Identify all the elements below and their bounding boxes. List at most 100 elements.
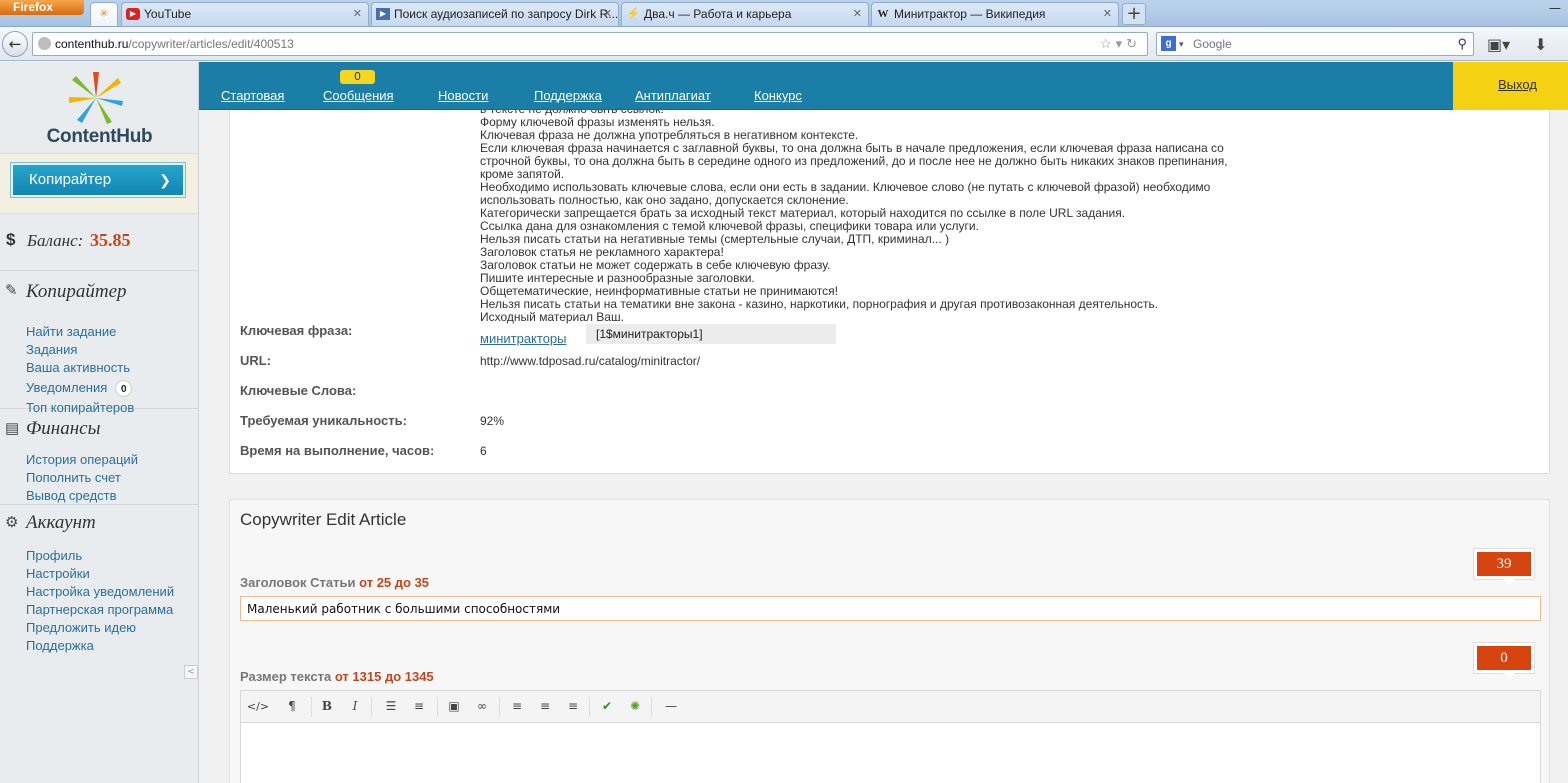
section-title: Копирайтер xyxy=(26,281,127,302)
bookmarks-icon[interactable]: ▣▾ xyxy=(1487,35,1510,54)
link-icon[interactable]: ∞ xyxy=(468,691,496,722)
back-button[interactable]: ← xyxy=(2,31,28,57)
sidebar-section-copywriter: ✎ Копирайтер Найти задание Задания Ваша … xyxy=(0,271,198,415)
sidebar-item-label: Уведомления xyxy=(26,380,108,395)
sidebar-item-notification-settings[interactable]: Настройка уведомлений xyxy=(26,583,198,601)
editor-toolbar: </> ¶ B I ☰ ≡ ▣ ∞ ≡ ≡ ≡ ✔ ✺ — xyxy=(240,690,1541,723)
sidebar-item-notifications[interactable]: Уведомления 0 xyxy=(26,377,198,399)
settings-icon[interactable]: ✺ xyxy=(621,691,649,722)
image-icon[interactable]: ▣ xyxy=(440,691,468,722)
task-rules: в тексте не должно быть ссылок.Форму клю… xyxy=(480,110,1320,324)
collapse-sidebar-icon[interactable]: < xyxy=(184,665,198,679)
sidebar-item-idea[interactable]: Предложить идею xyxy=(26,619,198,637)
new-tab-button[interactable]: + xyxy=(1122,3,1146,25)
search-input[interactable]: g ▾ Google ⚲ xyxy=(1156,32,1474,56)
logout-area: Выход xyxy=(1453,62,1568,110)
headline-input[interactable] xyxy=(240,596,1541,621)
headline-label: Заголовок Статьи от 25 до 35 xyxy=(240,575,429,590)
sidebar: ContentHub Копирайтер ❯ $ Баланс: 35.85 … xyxy=(0,62,199,783)
align-left-icon[interactable]: ≡ xyxy=(503,691,531,722)
nav-support[interactable]: Поддержка xyxy=(534,88,602,103)
tab-title: Минитрактор — Википедия xyxy=(894,7,1046,21)
chevron-down-icon[interactable]: ▾ xyxy=(1179,33,1184,55)
numbered-list-icon[interactable]: ≡ xyxy=(405,691,433,722)
tab-youtube[interactable]: ▶ YouTube ✕ xyxy=(121,2,369,26)
time-value: 6 xyxy=(480,444,487,458)
tab-title: YouTube xyxy=(144,7,192,21)
logo[interactable]: ContentHub xyxy=(0,62,198,153)
sidebar-item-activity[interactable]: Ваша активность xyxy=(26,359,198,377)
close-tab-icon[interactable]: ✕ xyxy=(853,3,862,25)
rule-line: Исходный материал Ваш. xyxy=(480,310,624,324)
close-tab-icon[interactable]: ✕ xyxy=(1103,3,1112,25)
address-bar[interactable]: contenthub.ru/copywriter/articles/edit/4… xyxy=(32,32,1148,56)
edit-icon: ✎ xyxy=(5,283,18,299)
task-info-panel: в тексте не должно быть ссылок.Форму клю… xyxy=(229,110,1550,474)
sidebar-item-withdraw[interactable]: Вывод средств xyxy=(26,487,198,505)
chevron-down-icon: ❯ xyxy=(159,172,171,188)
text-size-label: Размер текста от 1315 до 1345 xyxy=(240,669,434,684)
align-right-icon[interactable]: ≡ xyxy=(559,691,587,722)
minimize-icon[interactable]: — xyxy=(1542,0,1568,18)
nav-antiplagiarism[interactable]: Антиплагиат xyxy=(635,88,711,103)
article-text-editor[interactable] xyxy=(240,723,1541,783)
bullet-list-icon[interactable]: ☰ xyxy=(377,691,405,722)
sidebar-item-history[interactable]: История операций xyxy=(26,451,198,469)
sidebar-item-find-task[interactable]: Найти задание xyxy=(26,323,198,341)
download-icon[interactable]: ⬇ xyxy=(1534,35,1547,54)
keyphrase-code: [1$минитракторы1] xyxy=(586,324,836,344)
dollar-icon: $ xyxy=(6,230,16,249)
sidebar-item-settings[interactable]: Настройки xyxy=(26,565,198,583)
close-tab-icon[interactable]: ✕ xyxy=(603,3,612,25)
sidebar-item-partner[interactable]: Партнерская программа xyxy=(26,601,198,619)
bold-icon[interactable]: B xyxy=(313,691,341,722)
sidebar-item-tasks[interactable]: Задания xyxy=(26,341,198,359)
url-value: http://www.tdposad.ru/catalog/minitracto… xyxy=(480,354,701,368)
edit-article-panel: Copywriter Edit Article 39 Заголовок Ста… xyxy=(229,499,1550,783)
wallet-icon: ▤ xyxy=(5,421,20,437)
logo-text: ContentHub xyxy=(46,126,153,147)
nav-messages[interactable]: Сообщения xyxy=(323,88,394,103)
tab-contenthub[interactable]: ✳ xyxy=(90,2,118,26)
headline-char-counter: 39 xyxy=(1474,549,1534,585)
toolbar-separator xyxy=(589,697,590,717)
paragraph-icon[interactable]: ¶ xyxy=(278,691,306,722)
dvach-icon: ⚡ xyxy=(626,8,640,20)
notifications-badge: 0 xyxy=(115,380,133,397)
italic-icon[interactable]: I xyxy=(341,691,369,722)
role-dropdown[interactable]: Копирайтер ❯ xyxy=(11,163,185,197)
align-center-icon[interactable]: ≡ xyxy=(531,691,559,722)
section-header: ⚙ Аккаунт xyxy=(0,505,198,545)
nav-home[interactable]: Стартовая xyxy=(221,88,284,103)
nav-contest[interactable]: Конкурс xyxy=(754,88,802,103)
tab-audio-search[interactable]: ▶ Поиск аудиозаписей по запросу Dirk R..… xyxy=(371,2,619,26)
top-nav: Стартовая 0 Сообщения Новости Поддержка … xyxy=(199,62,1453,110)
headline-label-text: Заголовок Статьи xyxy=(240,575,356,590)
horizontal-rule-icon[interactable]: — xyxy=(657,691,685,722)
uniqueness-label: Требуемая уникальность: xyxy=(240,413,407,428)
bookmark-star-icon[interactable]: ☆▾↻ xyxy=(1100,33,1141,55)
close-tab-icon[interactable]: ✕ xyxy=(353,3,362,25)
youtube-icon: ▶ xyxy=(126,8,140,20)
keyphrase-link[interactable]: минитракторы xyxy=(480,331,567,346)
tab-wikipedia[interactable]: W Минитрактор — Википедия ✕ xyxy=(871,2,1119,26)
search-icon[interactable]: ⚲ xyxy=(1457,33,1467,55)
logout-link[interactable]: Выход xyxy=(1498,77,1537,92)
sidebar-item-profile[interactable]: Профиль xyxy=(26,547,198,565)
firefox-menu-button[interactable]: Firefox xyxy=(0,0,84,15)
contenthub-favicon-icon: ✳ xyxy=(99,8,109,20)
nav-news[interactable]: Новости xyxy=(438,88,488,103)
sidebar-item-deposit[interactable]: Пополнить счет xyxy=(26,469,198,487)
url-path: /copywriter/articles/edit/400513 xyxy=(128,37,294,51)
wikipedia-icon: W xyxy=(877,8,889,20)
toolbar-separator xyxy=(371,697,372,717)
spellcheck-icon[interactable]: ✔ xyxy=(593,691,621,722)
section-title: Финансы xyxy=(26,418,101,439)
toolbar-separator xyxy=(651,697,652,717)
section-header: ▤ Финансы xyxy=(0,409,198,451)
sidebar-item-support[interactable]: Поддержка xyxy=(26,637,198,655)
html-icon[interactable]: </> xyxy=(244,691,272,722)
tab-dvach[interactable]: ⚡ Два.ч — Работа и карьера ✕ xyxy=(621,2,869,26)
rule-line: строчной буквы, то она должна быть в сер… xyxy=(480,154,1228,168)
toolbar-separator xyxy=(311,697,312,717)
